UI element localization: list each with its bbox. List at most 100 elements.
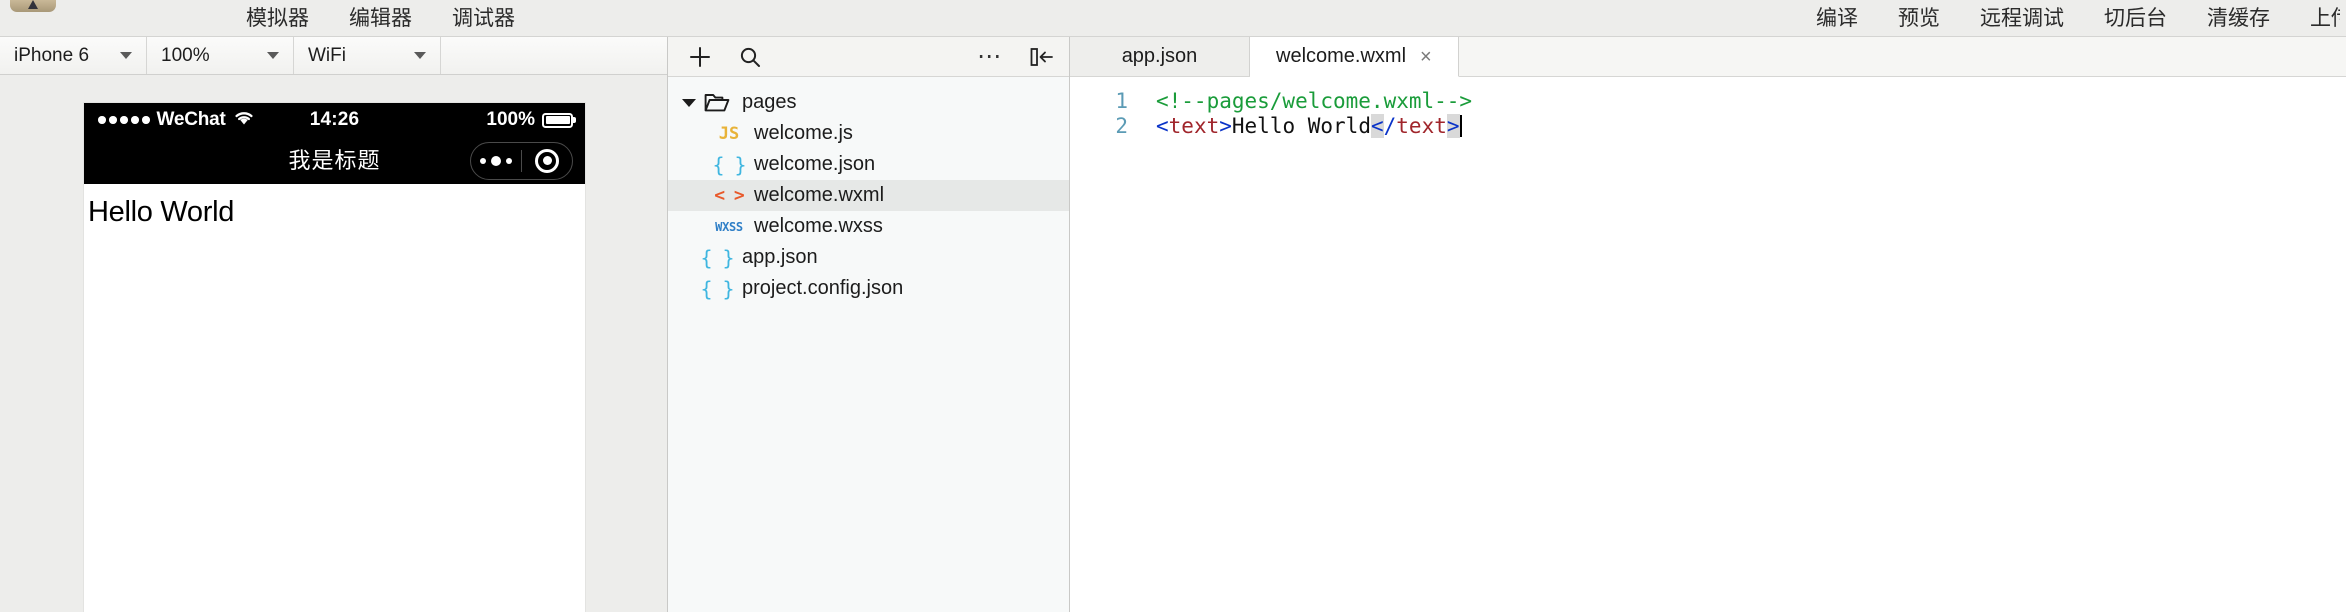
code-token-open-bracket: < (1156, 114, 1169, 138)
tree-item-welcome-wxml[interactable]: < > welcome.wxml (668, 180, 1069, 211)
tree-item-label: project.config.json (742, 277, 904, 299)
phone-page-text: Hello World (88, 196, 235, 228)
tree-item-label: welcome.wxss (754, 215, 883, 237)
tree-item-label: pages (742, 91, 797, 113)
more-ellipsis-icon[interactable]: ⋯ (977, 44, 1003, 68)
tab-app-json[interactable]: app.json (1070, 37, 1250, 76)
tree-item-welcome-json[interactable]: { } welcome.json (668, 149, 1069, 180)
close-icon[interactable]: × (1420, 47, 1432, 67)
chevron-down-icon (267, 52, 279, 59)
file-tree-toolbar: ⋯ (668, 37, 1069, 77)
tree-item-project-config-json[interactable]: { } project.config.json (668, 273, 1069, 304)
phone-screen: Hello World (84, 184, 585, 612)
tree-item-label: welcome.json (754, 153, 876, 175)
wifi-icon (233, 110, 255, 131)
tree-item-label: app.json (742, 246, 818, 268)
tree-item-label: welcome.js (754, 122, 853, 144)
simulator-toolbar-filler (441, 37, 667, 74)
code-line-content: <text>Hello World</text> (1148, 114, 1462, 139)
status-bar-right: 100% (336, 109, 573, 131)
chevron-down-icon[interactable] (678, 98, 700, 107)
top-menu-remote-debug[interactable]: 远程调试 (1980, 0, 2064, 37)
status-bar-left: WeChat (98, 109, 336, 131)
carrier-label: WeChat (156, 109, 226, 130)
phone-nav-bar: 我是标题 (84, 137, 585, 184)
top-menu-clear-cache[interactable]: 清缓存 (2207, 0, 2270, 37)
network-select[interactable]: WiFi (294, 37, 441, 74)
top-menu-debugger[interactable]: 调试器 (452, 0, 515, 37)
file-tree-list: pages JS welcome.js { } welcome.json < >… (668, 77, 1069, 612)
code-token-bracket-highlight-open: < (1370, 114, 1384, 138)
file-tree-pane: ⋯ pages JS welcome.js {} welcome.json <… (668, 37, 1070, 612)
code-token-tagname-close: text (1396, 114, 1447, 138)
battery-full-icon (542, 112, 573, 128)
tree-item-welcome-js[interactable]: JS welcome.js (668, 118, 1069, 149)
tab-bar-filler (1458, 37, 2346, 77)
signal-dots-icon (98, 116, 150, 124)
simulator-toolbar: iPhone 6 100% WiFi (0, 37, 667, 75)
capsule-close-button[interactable] (522, 148, 572, 173)
collapse-panel-icon[interactable] (1029, 46, 1055, 68)
top-menu-bar: 模拟器 编辑器 调试器 编译 预览 远程调试 切后台 清缓存 上传 (0, 0, 2346, 37)
phone-status-bar: WeChat 14:26 100% (84, 103, 585, 137)
wxml-file-icon: < > (714, 185, 745, 206)
code-token-slash: / (1383, 114, 1397, 138)
device-select-value: iPhone 6 (14, 44, 90, 66)
chevron-down-icon (414, 52, 426, 59)
folder-open-icon (700, 92, 734, 113)
tab-welcome-wxml[interactable]: welcome.wxml × (1250, 37, 1459, 77)
tree-item-app-json[interactable]: { } app.json (668, 242, 1069, 273)
code-line: 2 <text>Hello World</text> (1070, 114, 2346, 139)
scale-select[interactable]: 100% (147, 37, 294, 74)
search-icon[interactable] (738, 45, 762, 69)
top-menu-right-group: 编译 预览 远程调试 切后台 清缓存 上传 (1816, 0, 2346, 37)
plus-icon[interactable] (688, 45, 712, 69)
phone-nav-title: 我是标题 (288, 148, 381, 174)
devtools-window: 模拟器 编辑器 调试器 编译 预览 远程调试 切后台 清缓存 上传 iPhone… (0, 0, 2346, 612)
code-token-tagname: text (1168, 114, 1220, 138)
json-file-icon: { } (700, 245, 734, 270)
battery-percent-label: 100% (486, 109, 535, 130)
capsule-menu-button[interactable] (471, 155, 521, 166)
top-menu-upload[interactable]: 上传 (2310, 0, 2340, 37)
more-dots-icon (479, 155, 512, 166)
code-token-bracket-highlight-close: > (1446, 114, 1460, 138)
json-file-icon: { } (700, 276, 734, 301)
wxss-file-icon: WXSS (715, 219, 743, 234)
tab-label: app.json (1121, 45, 1198, 67)
top-menu-switch-background[interactable]: 切后台 (2104, 0, 2167, 37)
scale-select-value: 100% (161, 44, 210, 66)
top-menu-left-group: 模拟器 编辑器 调试器 (246, 0, 515, 37)
device-select[interactable]: iPhone 6 (0, 37, 147, 74)
code-line: 1 <!--pages/welcome.wxml--> (1070, 89, 2346, 114)
code-line-content: <!--pages/welcome.wxml--> (1148, 89, 1472, 114)
simulator-pane: iPhone 6 100% WiFi WeChat 14:26 100% 我是标… (0, 37, 668, 612)
code-token-text: Hello World (1231, 114, 1371, 138)
top-menu-compile[interactable]: 编译 (1816, 0, 1858, 37)
text-cursor (1459, 115, 1462, 137)
tree-item-pages[interactable]: pages (668, 87, 1069, 118)
code-token-close-bracket: > (1219, 114, 1232, 138)
phone-chrome: WeChat 14:26 100% 我是标题 (84, 103, 585, 184)
tab-label: welcome.wxml (1276, 45, 1407, 67)
top-menu-preview[interactable]: 预览 (1898, 0, 1940, 37)
tree-item-label: welcome.wxml (754, 184, 885, 206)
json-file-icon: { } (712, 152, 746, 177)
capsule-buttons (470, 141, 573, 180)
tree-item-welcome-wxss[interactable]: WXSS welcome.wxss (668, 211, 1069, 242)
code-editor[interactable]: 1 <!--pages/welcome.wxml--> 2 <text>Hell… (1070, 77, 2346, 612)
main-content: iPhone 6 100% WiFi WeChat 14:26 100% 我是标… (0, 37, 2346, 612)
js-file-icon: JS (718, 123, 740, 144)
network-select-value: WiFi (308, 44, 346, 66)
editor-tab-bar: app.json welcome.wxml × (1070, 37, 2346, 77)
top-menu-editor[interactable]: 编辑器 (349, 0, 412, 37)
line-number: 1 (1115, 89, 1128, 113)
simulator-canvas: WeChat 14:26 100% 我是标题 Hello World (0, 75, 667, 612)
line-number: 2 (1115, 114, 1128, 138)
app-logo-icon (0, 0, 66, 37)
phone-mockup: WeChat 14:26 100% 我是标题 Hello World (84, 103, 585, 612)
top-menu-simulator[interactable]: 模拟器 (246, 0, 309, 37)
chevron-down-icon (120, 52, 132, 59)
target-circle-icon (535, 148, 560, 173)
code-token-comment: <!--pages/welcome.wxml--> (1156, 89, 1473, 113)
